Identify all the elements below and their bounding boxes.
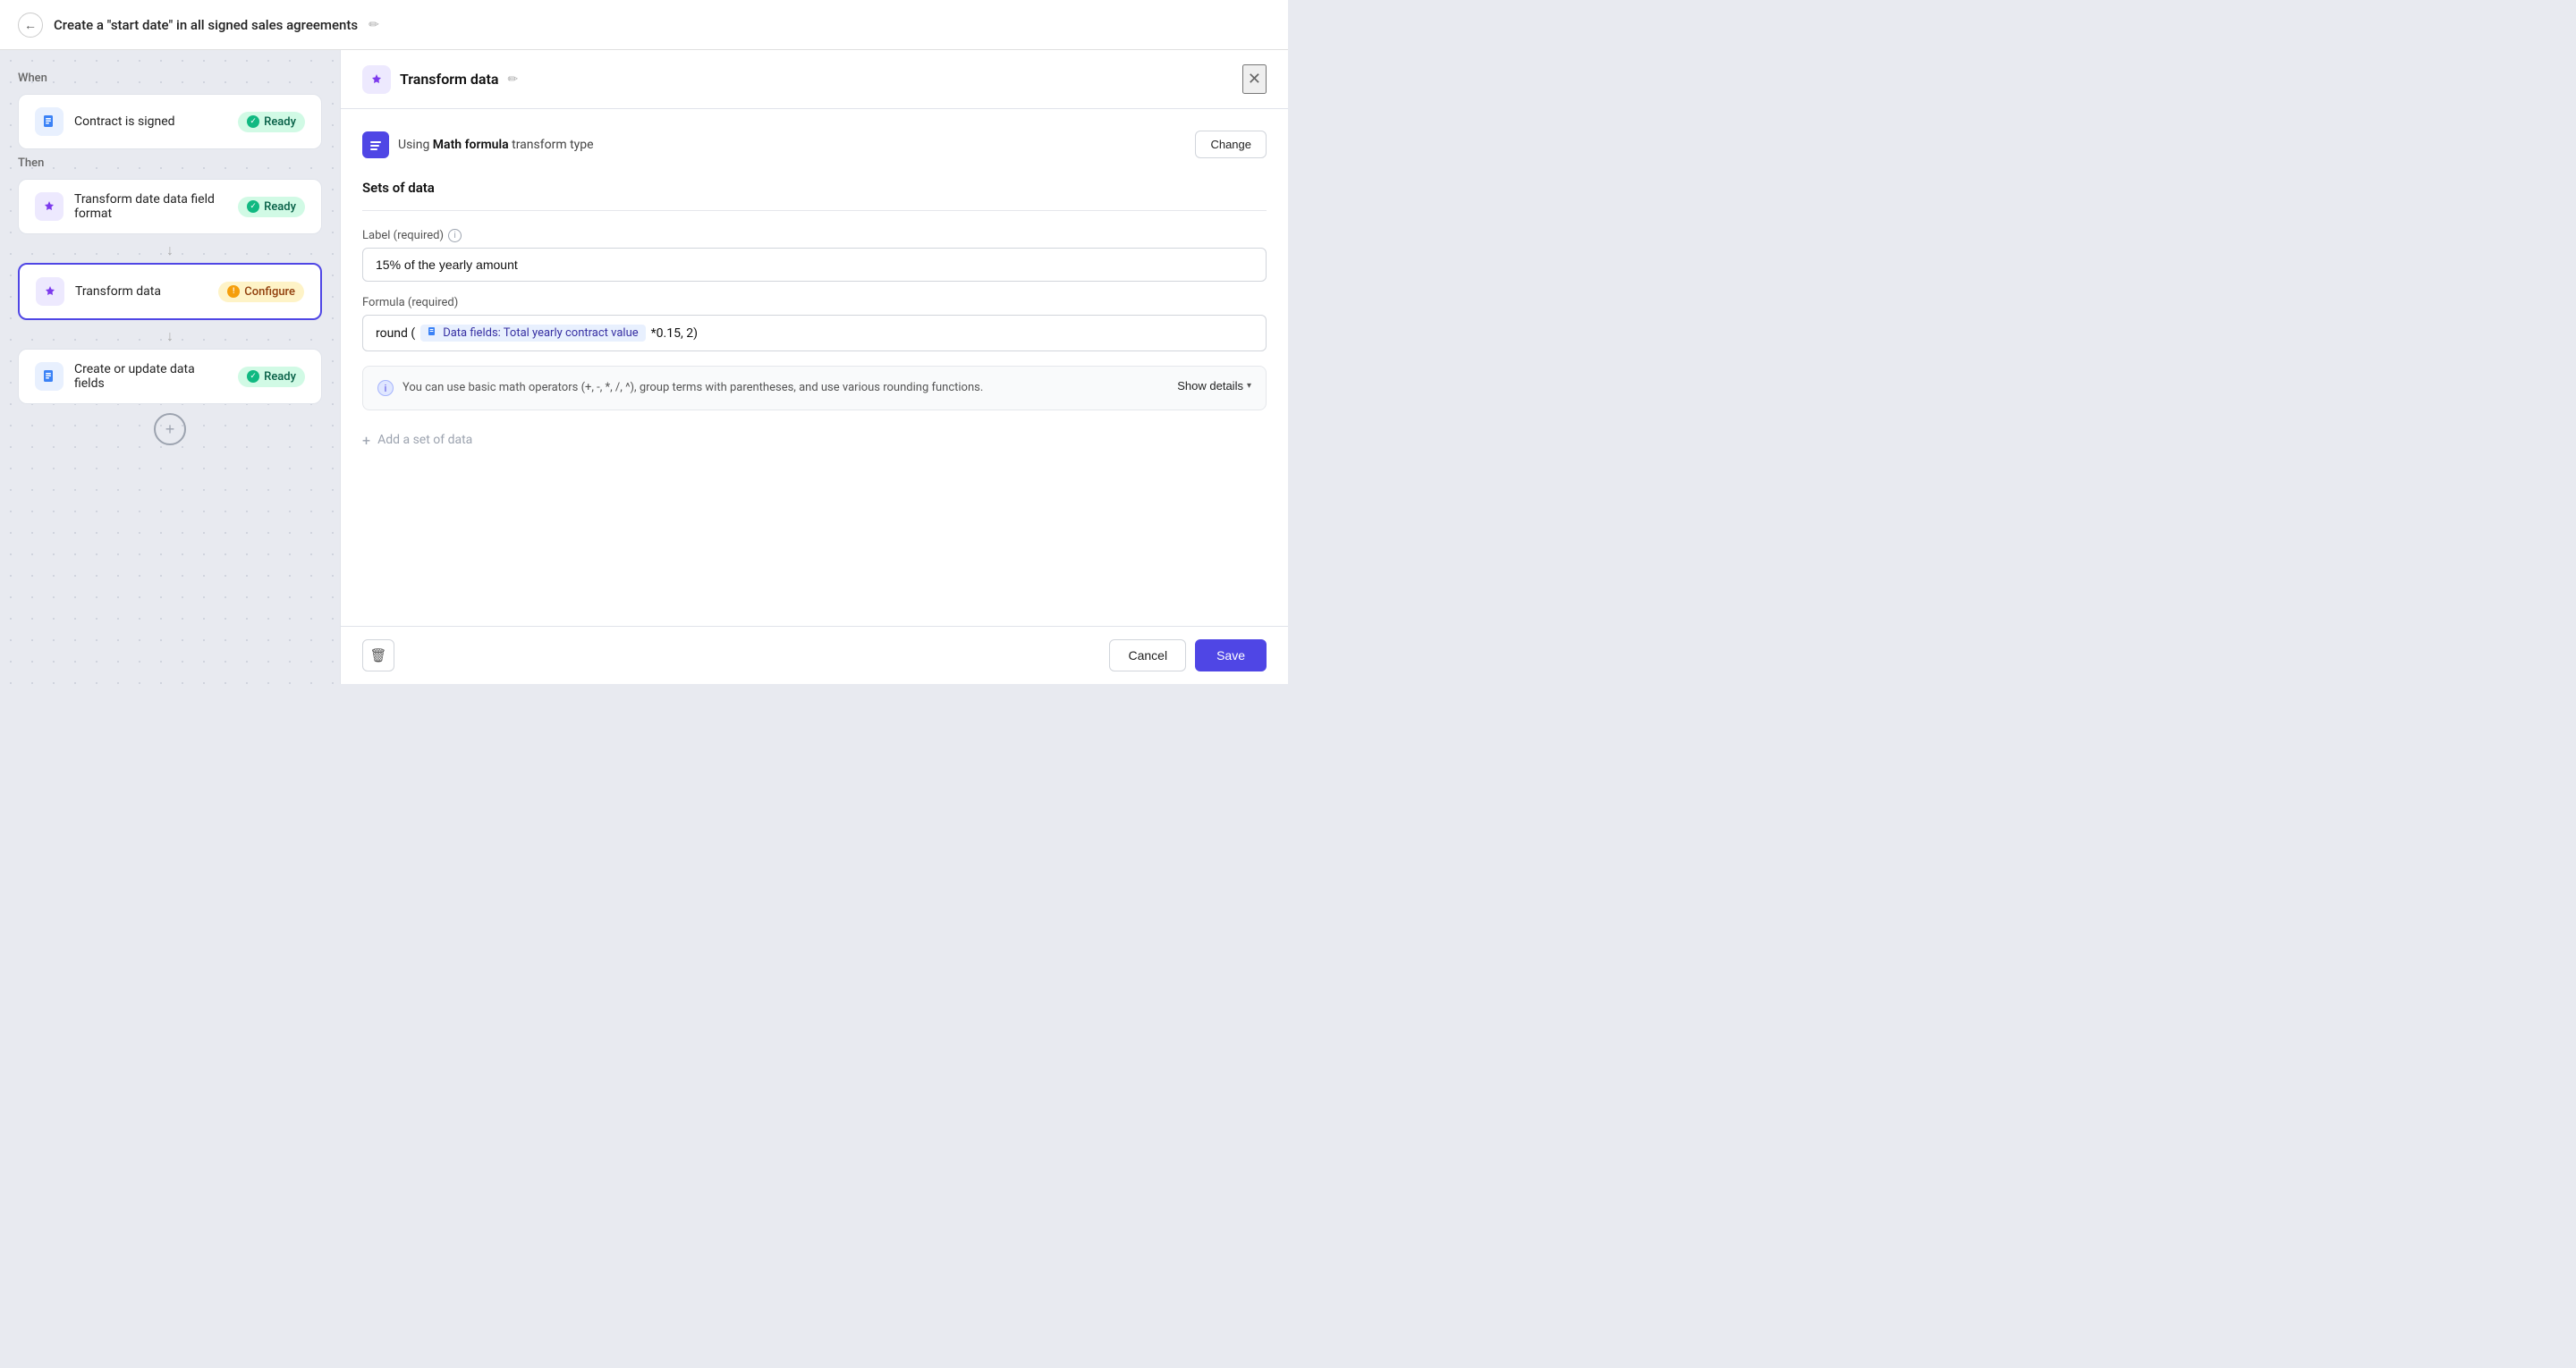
formula-tag-text: Data fields: Total yearly contract value bbox=[443, 326, 638, 340]
connector-1: ↓ bbox=[18, 241, 322, 259]
badge-dot-transform-date: ✓ bbox=[247, 200, 259, 213]
formula-suffix: *0.15, 2) bbox=[651, 326, 698, 341]
delete-button[interactable]: 🗑 bbox=[362, 639, 394, 671]
badge-contract-ready: ✓ Ready bbox=[238, 112, 305, 132]
formula-tag-icon bbox=[428, 326, 438, 340]
label-info-icon[interactable]: i bbox=[448, 229, 462, 242]
add-set-label: Add a set of data bbox=[377, 433, 472, 447]
formula-field-label-text: Formula (required) bbox=[362, 296, 458, 309]
workflow-card-create-update[interactable]: Create or update data fields ✓ Ready bbox=[18, 349, 322, 404]
main-layout: When Contract is signed ✓ Ready Then Tra… bbox=[0, 50, 1288, 684]
card-label-transform-data: Transform data bbox=[75, 284, 208, 299]
info-box-text: You can use basic math operators (+, -, … bbox=[402, 379, 1168, 397]
workflow-card-transform-date[interactable]: Transform date data field format ✓ Ready bbox=[18, 179, 322, 234]
divider-1 bbox=[362, 210, 1267, 211]
badge-dot-create-update: ✓ bbox=[247, 370, 259, 383]
formula-info-box: i You can use basic math operators (+, -… bbox=[362, 366, 1267, 410]
right-header-left: Transform data ✏ bbox=[362, 65, 518, 94]
transform-type-after: transform type bbox=[512, 138, 593, 152]
back-button[interactable]: ← bbox=[18, 13, 43, 38]
then-label: Then bbox=[18, 156, 322, 170]
workflow-card-transform-data[interactable]: Transform data ! Configure bbox=[18, 263, 322, 320]
formula-data-field-tag[interactable]: Data fields: Total yearly contract value bbox=[420, 325, 645, 342]
card-label-create-update: Create or update data fields bbox=[74, 362, 227, 391]
math-formula-icon bbox=[362, 131, 389, 158]
card-icon-create-update bbox=[35, 362, 64, 391]
top-bar: ← Create a "start date" in all signed sa… bbox=[0, 0, 1288, 50]
edit-title-right-icon[interactable]: ✏ bbox=[507, 72, 518, 87]
card-label-contract: Contract is signed bbox=[74, 114, 227, 129]
badge-label-transform-date: Ready bbox=[264, 200, 296, 214]
right-panel-title: Transform data bbox=[400, 71, 498, 88]
badge-label-contract: Ready bbox=[264, 115, 296, 129]
sets-of-data-title: Sets of data bbox=[362, 180, 1267, 196]
badge-label-create-update: Ready bbox=[264, 370, 296, 384]
show-details-button[interactable]: Show details ▾ bbox=[1177, 379, 1251, 393]
label-input[interactable] bbox=[362, 248, 1267, 282]
right-panel: Transform data ✏ ✕ Using Math formula tr bbox=[340, 50, 1288, 684]
badge-dot-configure: ! bbox=[227, 285, 240, 298]
change-transform-type-button[interactable]: Change bbox=[1195, 131, 1267, 158]
info-box-icon: i bbox=[377, 380, 394, 396]
left-panel: When Contract is signed ✓ Ready Then Tra… bbox=[0, 50, 340, 684]
delete-icon: 🗑 bbox=[369, 647, 386, 663]
formula-prefix: round ( bbox=[376, 326, 415, 341]
transform-type-left: Using Math formula transform type bbox=[362, 131, 594, 158]
bottom-bar: 🗑 Cancel Save bbox=[341, 626, 1288, 684]
badge-dot-ready: ✓ bbox=[247, 115, 259, 128]
right-header: Transform data ✏ ✕ bbox=[341, 50, 1288, 109]
close-icon: ✕ bbox=[1248, 70, 1261, 88]
card-icon-transform-date bbox=[35, 192, 64, 221]
cancel-button[interactable]: Cancel bbox=[1109, 639, 1186, 671]
workflow-card-contract-signed[interactable]: Contract is signed ✓ Ready bbox=[18, 94, 322, 149]
badge-transform-data-configure: ! Configure bbox=[218, 282, 304, 302]
card-icon-contract bbox=[35, 107, 64, 136]
add-set-plus-icon: + bbox=[362, 432, 370, 449]
transform-type-bold: Math formula bbox=[433, 138, 509, 152]
transform-type-using: Using bbox=[398, 138, 429, 152]
label-field-group: Label (required) i bbox=[362, 229, 1267, 282]
page-title: Create a "start date" in all signed sale… bbox=[54, 17, 358, 33]
chevron-down-icon: ▾ bbox=[1247, 381, 1251, 391]
connector-2: ↓ bbox=[18, 327, 322, 345]
formula-field-label: Formula (required) bbox=[362, 296, 1267, 309]
badge-create-update-ready: ✓ Ready bbox=[238, 367, 305, 387]
show-details-label: Show details bbox=[1177, 379, 1243, 393]
label-field-label-text: Label (required) bbox=[362, 229, 444, 242]
badge-transform-date-ready: ✓ Ready bbox=[238, 197, 305, 217]
card-label-transform-date: Transform date data field format bbox=[74, 192, 227, 221]
transform-type-text: Using Math formula transform type bbox=[398, 138, 594, 152]
transform-type-row: Using Math formula transform type Change bbox=[362, 131, 1267, 158]
close-button[interactable]: ✕ bbox=[1242, 64, 1267, 94]
formula-input[interactable]: round ( Data fields: Total yearly contra… bbox=[362, 315, 1267, 351]
add-step-button[interactable]: + bbox=[154, 413, 186, 445]
when-label: When bbox=[18, 72, 322, 85]
right-body: Using Math formula transform type Change… bbox=[341, 109, 1288, 626]
badge-label-transform-data: Configure bbox=[244, 285, 295, 299]
card-icon-transform-data bbox=[36, 277, 64, 306]
bottom-actions: Cancel Save bbox=[1109, 639, 1267, 671]
formula-field-group: Formula (required) round ( Data fields: … bbox=[362, 296, 1267, 351]
label-field-label: Label (required) i bbox=[362, 229, 1267, 242]
edit-title-icon[interactable]: ✏ bbox=[369, 18, 379, 32]
save-button[interactable]: Save bbox=[1195, 639, 1267, 671]
back-icon: ← bbox=[24, 18, 37, 32]
add-set-row[interactable]: + Add a set of data bbox=[362, 428, 1267, 452]
transform-data-icon bbox=[362, 65, 391, 94]
